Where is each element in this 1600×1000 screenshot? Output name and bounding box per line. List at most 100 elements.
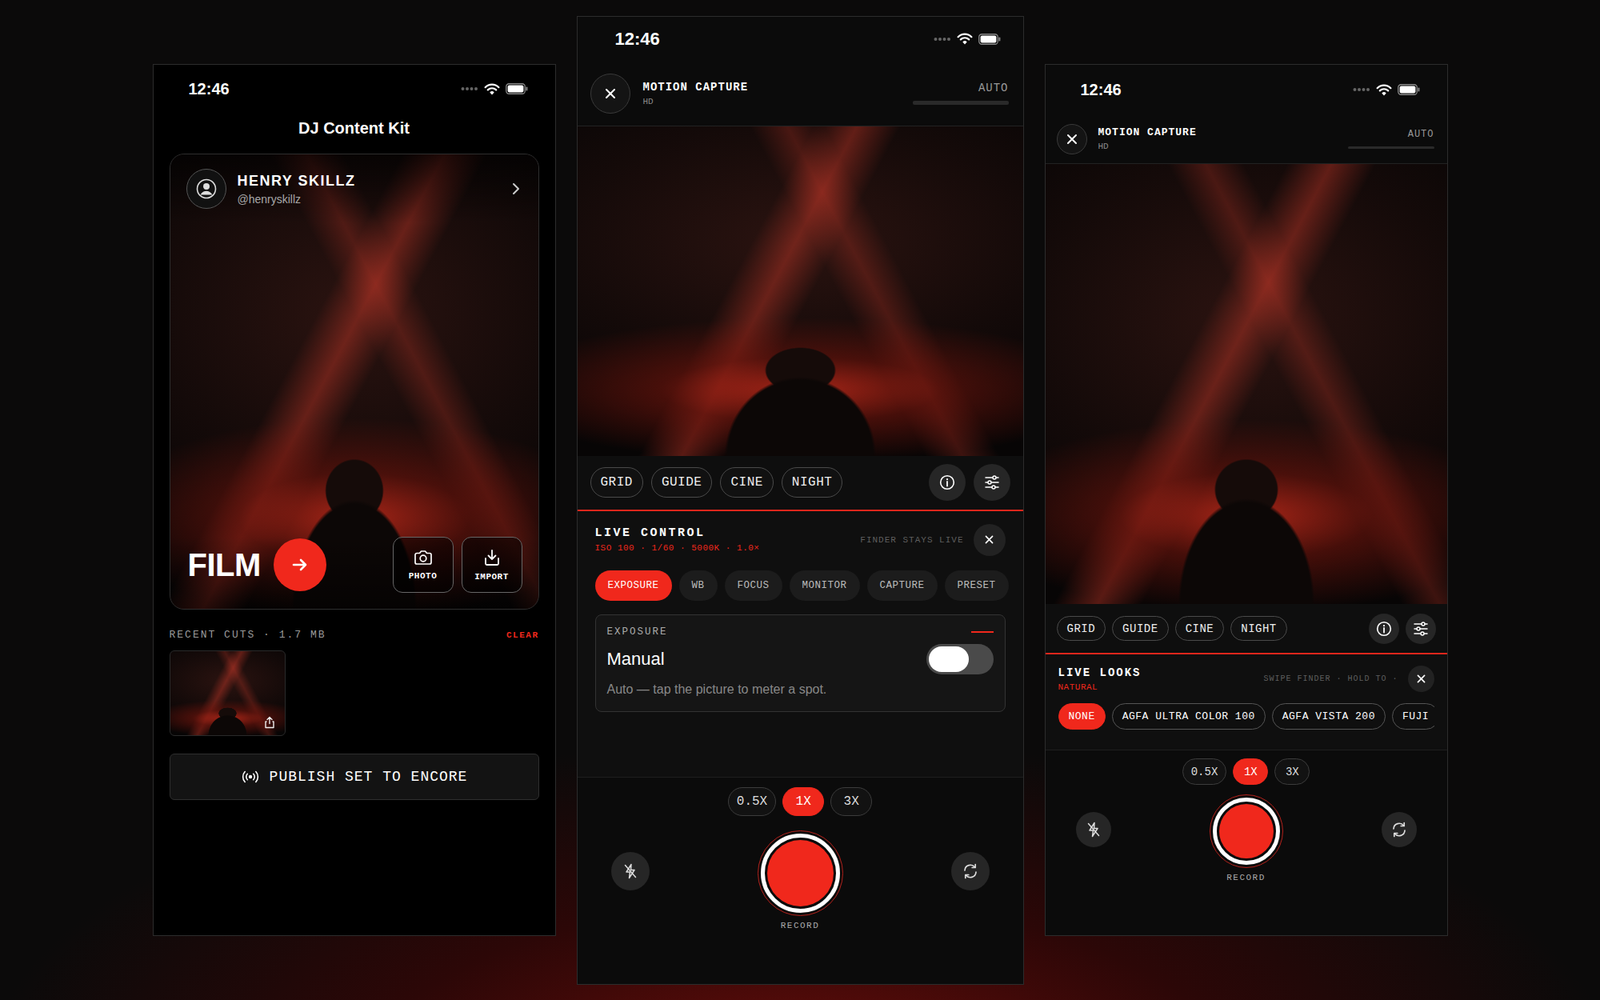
import-icon bbox=[483, 548, 501, 567]
flip-camera-button[interactable] bbox=[1381, 812, 1417, 848]
setting-description: Auto — tap the picture to meter a spot. bbox=[607, 682, 994, 697]
settings-button[interactable] bbox=[1405, 613, 1436, 644]
look-chip[interactable]: AGFA VISTA 200 bbox=[1272, 703, 1386, 730]
status-icons bbox=[933, 32, 1001, 45]
panel-close-button[interactable] bbox=[1408, 665, 1435, 692]
profile-row[interactable]: HENRY SKILLZ @henryskillz bbox=[170, 154, 539, 224]
film-button[interactable] bbox=[273, 538, 327, 592]
quality-label: HD bbox=[1098, 141, 1197, 152]
zoom-button[interactable]: 1X bbox=[1232, 758, 1268, 785]
mode-chip[interactable]: CINE bbox=[1175, 616, 1225, 641]
setting-value: Manual bbox=[607, 648, 665, 670]
zoom-selector: 0.5X1X3X bbox=[728, 787, 872, 816]
info-button[interactable] bbox=[1368, 613, 1400, 644]
status-icons bbox=[1352, 84, 1420, 96]
setting-card: EXPOSURE Manual Auto — tap the picture t… bbox=[595, 614, 1006, 712]
close-button[interactable] bbox=[590, 73, 631, 114]
record-label: RECORD bbox=[1226, 872, 1266, 883]
looks-list: NONEAGFA ULTRA COLOR 100AGFA VISTA 200FU… bbox=[1058, 703, 1435, 730]
mode-chip[interactable]: NIGHT bbox=[1230, 616, 1288, 641]
clear-button[interactable]: CLEAR bbox=[506, 630, 540, 640]
mode-bar: GRIDGUIDECINENIGHT bbox=[1045, 604, 1448, 653]
control-tab[interactable]: CAPTURE bbox=[867, 570, 938, 601]
zoom-button[interactable]: 3X bbox=[1274, 758, 1310, 785]
panel-readout: ISO 100 · 1/60 · 5000K · 1.0× bbox=[595, 543, 760, 553]
viewfinder[interactable] bbox=[577, 126, 1024, 456]
wifi-icon bbox=[1376, 84, 1392, 96]
info-button[interactable] bbox=[928, 464, 966, 501]
zoom-button[interactable]: 1X bbox=[782, 787, 824, 816]
manual-toggle[interactable] bbox=[926, 644, 994, 675]
auto-indicator: AUTO bbox=[1348, 128, 1436, 149]
mode-chip[interactable]: GUIDE bbox=[651, 467, 713, 498]
record-label: RECORD bbox=[780, 920, 820, 931]
control-tab[interactable]: EXPOSURE bbox=[595, 570, 672, 601]
arrow-right-icon bbox=[290, 555, 310, 575]
control-tab[interactable]: MONITOR bbox=[789, 570, 860, 601]
setting-label: EXPOSURE bbox=[607, 626, 668, 638]
control-tab[interactable]: PRESET bbox=[944, 570, 1009, 601]
panel-close-button[interactable] bbox=[973, 524, 1006, 556]
mode-chip[interactable]: GUIDE bbox=[1112, 616, 1169, 641]
zoom-button[interactable]: 0.5X bbox=[1182, 758, 1228, 785]
mode-chip[interactable]: NIGHT bbox=[781, 467, 844, 498]
battery-icon bbox=[1397, 84, 1420, 96]
control-tab[interactable]: FOCUS bbox=[724, 570, 783, 601]
mode-chip[interactable]: GRID bbox=[1056, 616, 1107, 641]
flip-camera-button[interactable] bbox=[951, 852, 990, 891]
hero-card[interactable]: HENRY SKILLZ @henryskillz FILM PHOTO IMP… bbox=[169, 153, 540, 610]
close-icon bbox=[1065, 132, 1079, 146]
flash-button[interactable] bbox=[1076, 812, 1112, 848]
showcase: 12:46 DJ Content Kit HENRY SKILLZ @henry… bbox=[0, 0, 1600, 1000]
mode-bar: GRIDGUIDECINE NIGHT bbox=[577, 456, 1024, 510]
close-icon bbox=[1416, 673, 1427, 684]
auto-track bbox=[1348, 146, 1435, 149]
share-icon[interactable] bbox=[264, 716, 276, 729]
camera-screen: 12:46 MOTION CAPTURE HD AUTO GRIDGUIDECI… bbox=[1044, 64, 1448, 936]
record-button[interactable] bbox=[1209, 794, 1284, 868]
flash-button[interactable] bbox=[611, 852, 650, 891]
settings-button[interactable] bbox=[973, 464, 1011, 501]
photo-button[interactable]: PHOTO bbox=[392, 536, 454, 593]
zoom-selector: 0.5X1X3X bbox=[1182, 758, 1311, 785]
signal-icon bbox=[933, 36, 952, 42]
profile-handle: @henryskillz bbox=[237, 192, 356, 206]
publish-button[interactable]: PUBLISH SET TO ENCORE bbox=[169, 753, 540, 800]
signal-icon bbox=[1352, 87, 1371, 92]
camera-title: MOTION CAPTURE bbox=[643, 80, 749, 94]
status-icons bbox=[460, 83, 528, 96]
camera-screen: 12:46 MOTION CAPTURE HD AUTO GRIDGUIDECI… bbox=[576, 16, 1024, 985]
control-tab[interactable]: WB bbox=[679, 570, 718, 601]
panel-title: LIVE CONTROL bbox=[595, 526, 760, 540]
close-icon bbox=[604, 87, 617, 100]
app-title: DJ Content Kit bbox=[153, 112, 556, 154]
recent-cut-thumbnail[interactable] bbox=[169, 650, 286, 736]
status-time: 12:46 bbox=[1080, 80, 1122, 100]
look-chip[interactable]: AGFA ULTRA COLOR 100 bbox=[1112, 703, 1266, 730]
signal-icon bbox=[460, 86, 479, 92]
camera-title: MOTION CAPTURE bbox=[1098, 126, 1197, 139]
look-chip[interactable]: NONE bbox=[1058, 703, 1106, 730]
flip-camera-icon bbox=[1390, 821, 1408, 838]
wifi-icon bbox=[956, 32, 973, 45]
zoom-button[interactable]: 0.5X bbox=[728, 787, 776, 816]
viewfinder[interactable] bbox=[1045, 164, 1448, 604]
status-bar: 12:46 bbox=[153, 64, 556, 113]
close-button[interactable] bbox=[1056, 124, 1088, 155]
look-chip[interactable]: FUJI bbox=[1392, 703, 1435, 730]
record-button[interactable] bbox=[757, 830, 844, 916]
status-bar: 12:46 bbox=[577, 16, 1024, 62]
looks-panel: LIVE LOOKS NATURAL SWIPE FINDER · HOLD T… bbox=[1045, 652, 1448, 750]
camera-header: MOTION CAPTURE HD AUTO bbox=[1045, 114, 1448, 164]
import-button[interactable]: IMPORT bbox=[461, 536, 523, 593]
mode-chip[interactable]: GRID bbox=[590, 467, 644, 498]
info-icon bbox=[939, 474, 956, 491]
zoom-button[interactable]: 3X bbox=[830, 787, 872, 816]
info-icon bbox=[1376, 620, 1392, 637]
mode-chip[interactable]: CINE bbox=[720, 467, 773, 498]
quality-label: HD bbox=[643, 96, 749, 107]
film-label: FILM bbox=[188, 547, 261, 584]
camera-icon bbox=[413, 549, 433, 566]
recent-cuts-header: RECENT CUTS · 1.7 MB CLEAR bbox=[153, 628, 556, 641]
panel-hint: FINDER STAYS LIVE bbox=[860, 535, 964, 545]
